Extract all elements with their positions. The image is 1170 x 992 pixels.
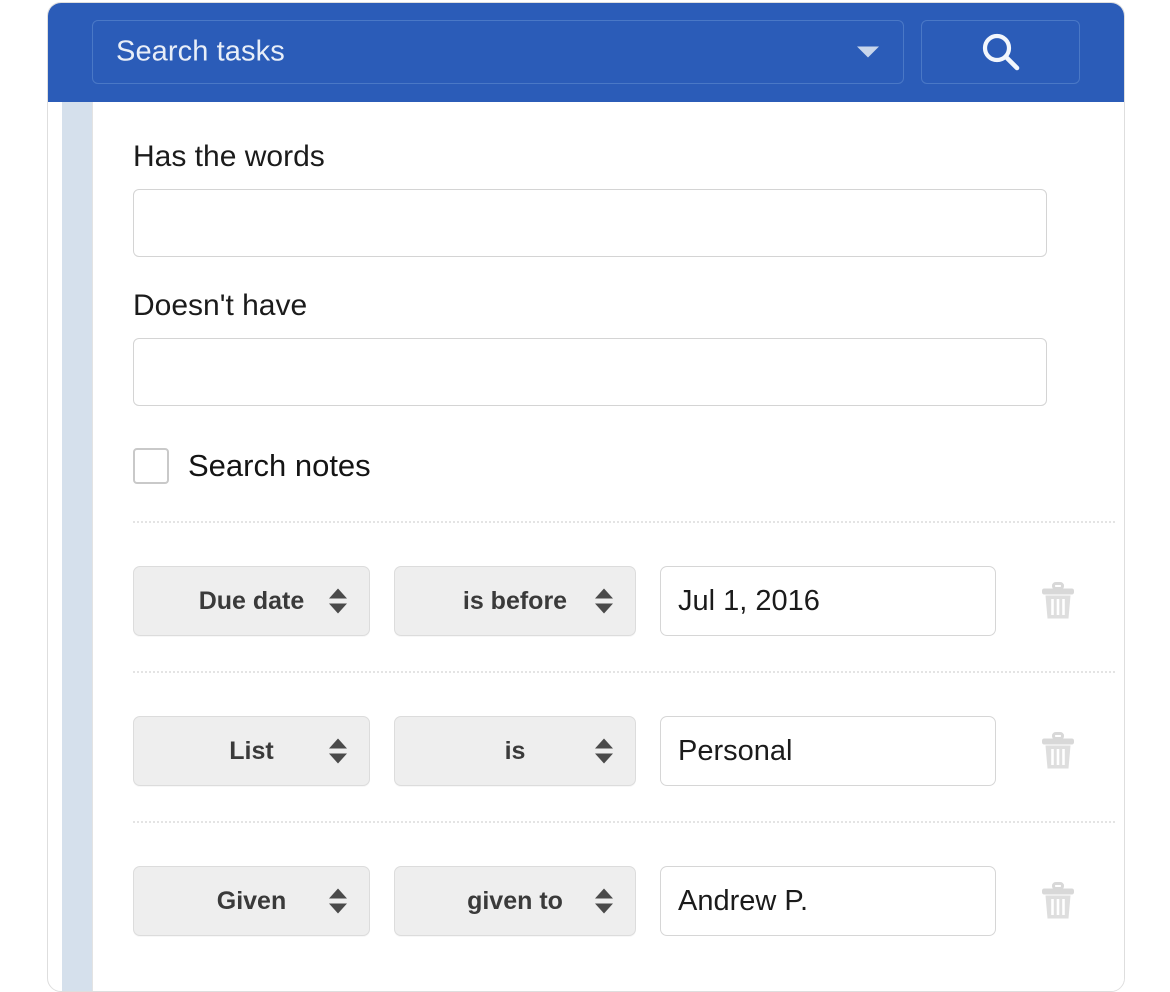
filter-value-input[interactable]	[660, 866, 996, 936]
app-window: Search tasks Has the words Doesn't have …	[47, 2, 1125, 992]
filter-operator-select[interactable]: is before	[394, 566, 636, 636]
filter-operator-label: is	[504, 736, 526, 765]
filter-operator-select[interactable]: is	[394, 716, 636, 786]
filter-operator-select[interactable]: given to	[394, 866, 636, 936]
search-notes-row[interactable]: Search notes	[133, 448, 371, 484]
filter-value-input[interactable]	[660, 566, 996, 636]
trash-icon	[1042, 732, 1074, 769]
filter-attribute-label: Due date	[198, 586, 305, 615]
search-toolbar: Search tasks	[48, 3, 1124, 102]
trash-icon	[1042, 882, 1074, 919]
has-words-label: Has the words	[133, 140, 325, 173]
spinner-arrows-icon[interactable]	[595, 888, 613, 914]
delete-filter-button[interactable]	[1038, 579, 1078, 623]
sidebar-rail	[62, 102, 92, 991]
separator	[133, 671, 1115, 673]
doesnt-have-label: Doesn't have	[133, 289, 308, 322]
search-notes-label: Search notes	[188, 448, 371, 483]
search-notes-checkbox[interactable]	[133, 448, 169, 484]
filter-operator-label: given to	[467, 886, 563, 915]
trash-icon	[1042, 582, 1074, 619]
spinner-arrows-icon[interactable]	[329, 738, 347, 764]
spinner-arrows-icon[interactable]	[595, 738, 613, 764]
filter-operator-label: is before	[462, 586, 568, 615]
has-words-group: Has the words	[133, 142, 1047, 257]
has-words-input[interactable]	[133, 189, 1047, 257]
doesnt-have-group: Doesn't have	[133, 291, 1047, 406]
filter-attribute-select[interactable]: Given	[133, 866, 370, 936]
spinner-arrows-icon[interactable]	[329, 888, 347, 914]
search-input[interactable]: Search tasks	[92, 20, 904, 84]
search-submit-button[interactable]	[921, 20, 1080, 84]
filter-value-input[interactable]	[660, 716, 996, 786]
doesnt-have-input[interactable]	[133, 338, 1047, 406]
separator	[133, 821, 1115, 823]
spinner-arrows-icon[interactable]	[329, 588, 347, 614]
separator	[133, 521, 1115, 523]
filter-attribute-select[interactable]: Due date	[133, 566, 370, 636]
table-row: Given given to	[133, 866, 1115, 936]
table-row: List is	[133, 716, 1115, 786]
search-filters-panel: Has the words Doesn't have Search notes …	[92, 102, 1124, 991]
filter-attribute-label: Given	[216, 886, 287, 915]
filter-attribute-select[interactable]: List	[133, 716, 370, 786]
chevron-down-icon[interactable]	[857, 46, 879, 58]
spinner-arrows-icon[interactable]	[595, 588, 613, 614]
table-row: Due date is before	[133, 566, 1115, 636]
filter-attribute-label: List	[229, 736, 274, 765]
delete-filter-button[interactable]	[1038, 879, 1078, 923]
search-icon	[982, 33, 1019, 71]
search-input-label: Search tasks	[116, 35, 285, 68]
delete-filter-button[interactable]	[1038, 729, 1078, 773]
